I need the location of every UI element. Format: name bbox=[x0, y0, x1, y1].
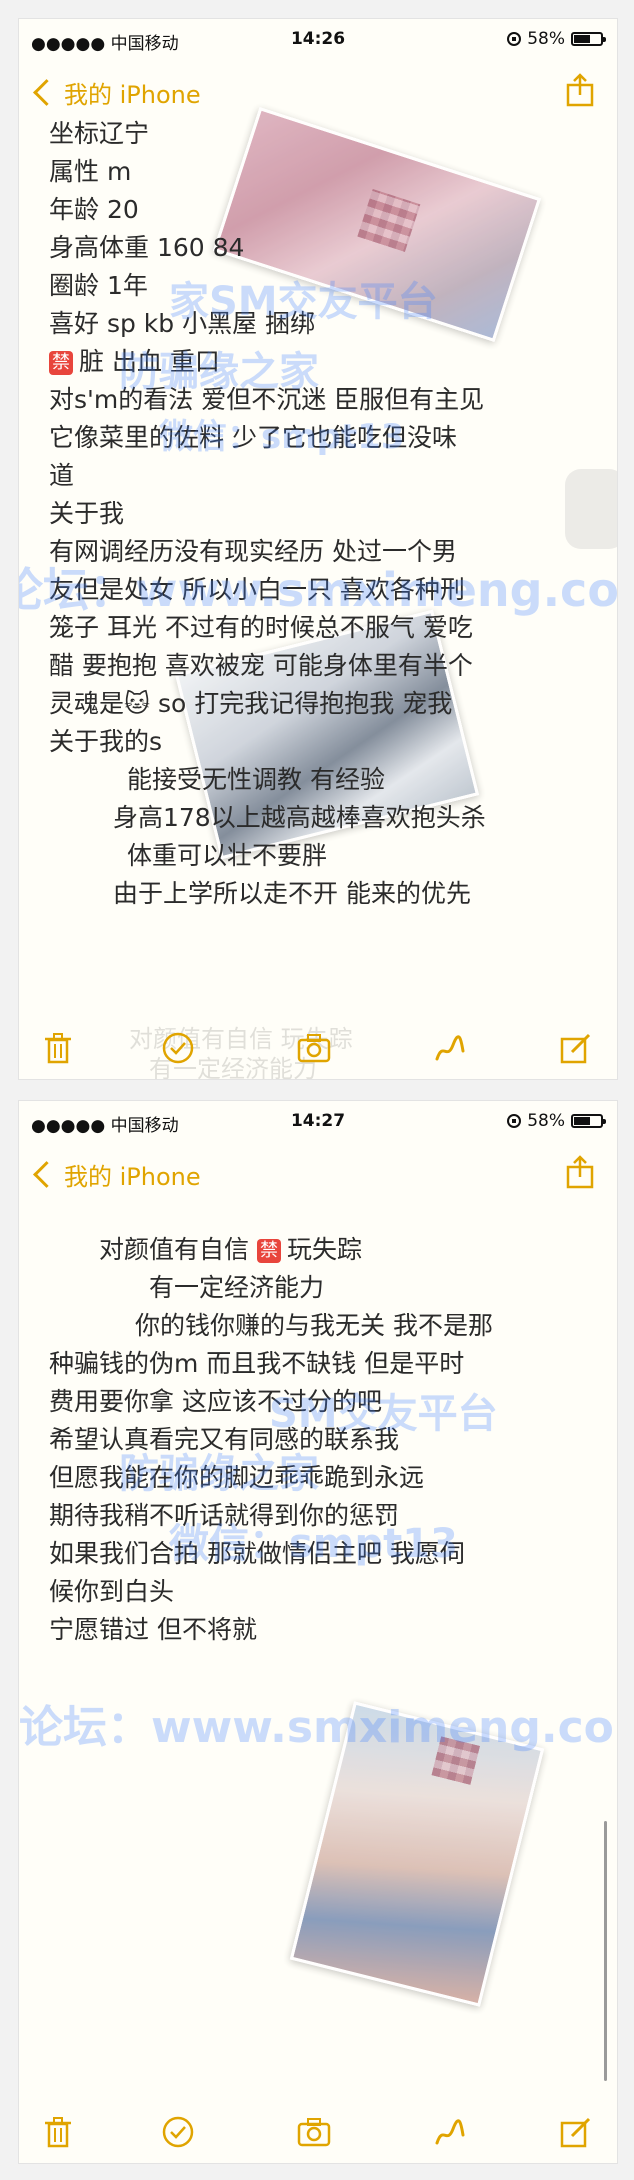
camera-icon[interactable] bbox=[297, 2115, 331, 2149]
compose-icon[interactable] bbox=[559, 2115, 593, 2149]
note-line: 禁脏 出血 重口 bbox=[49, 343, 597, 381]
note-line-text: 脏 出血 重口 bbox=[79, 347, 220, 376]
share-icon[interactable] bbox=[565, 73, 595, 107]
note-line: 对s'm的看法 爱但不沉迷 臣服但有主见 bbox=[49, 385, 485, 414]
trash-icon[interactable] bbox=[41, 1031, 75, 1065]
note-line: 喜好 sp kb 小黑屋 捆绑 bbox=[49, 309, 316, 338]
note-line: 对颜值有自信 禁玩失踪 bbox=[49, 1231, 597, 1269]
attached-photo[interactable] bbox=[289, 1701, 545, 2007]
status-bar: ●●●●● 中国移动 14:26 58% bbox=[19, 19, 617, 59]
scrollbar[interactable] bbox=[604, 1821, 607, 2081]
battery-icon bbox=[571, 32, 606, 46]
note-line: 醋 要抱抱 喜欢被宠 可能身体里有半个 bbox=[49, 651, 473, 680]
bottom-toolbar bbox=[19, 2103, 617, 2163]
rotation-lock-icon bbox=[507, 1114, 522, 1128]
battery-group: 58% bbox=[507, 1111, 606, 1131]
bottom-toolbar bbox=[19, 1019, 617, 1079]
chevron-left-icon bbox=[33, 79, 60, 106]
note-line-text: 对颜值有自信 bbox=[99, 1235, 257, 1264]
note-line: 道 bbox=[49, 461, 75, 490]
note-line: 年龄 20 bbox=[49, 195, 139, 224]
note-line: 灵魂是🐱 so 打完我记得抱抱我 宠我 bbox=[49, 689, 453, 718]
trash-icon[interactable] bbox=[41, 2115, 75, 2149]
note-line: 关于我 bbox=[49, 499, 125, 528]
battery-percent: 58% bbox=[527, 1111, 565, 1131]
rotation-lock-icon bbox=[507, 32, 522, 46]
note-line: 体重可以壮不要胖 bbox=[127, 841, 328, 870]
nav-bar: 我的 iPhone bbox=[19, 1145, 617, 1205]
prohibited-badge: 禁 bbox=[49, 351, 73, 375]
note-line: 种骗钱的伪m 而且我不缺钱 但是平时 bbox=[49, 1349, 465, 1378]
note-screen-2: ●●●●● 中国移动 14:27 58% 我的 iPhone 对颜值有自信 禁玩… bbox=[18, 1100, 618, 2164]
prohibited-badge: 禁 bbox=[256, 1239, 281, 1263]
note-line: 你的钱你赚的与我无关 我不是那 bbox=[135, 1311, 493, 1340]
note-line: 费用要你拿 这应该不过分的吧 bbox=[49, 1387, 382, 1416]
note-line: 但愿我能在你的脚边乖乖跪到永远 bbox=[49, 1463, 425, 1492]
note-line: 有一定经济能力 bbox=[149, 1273, 325, 1302]
camera-icon[interactable] bbox=[297, 1031, 331, 1065]
back-label: 我的 iPhone bbox=[64, 1163, 201, 1191]
pixelation bbox=[431, 1736, 480, 1785]
note-line: 它像菜里的佐料 少了它也能吃但没味 bbox=[49, 423, 457, 452]
note-line: 由于上学所以走不开 能来的优先 bbox=[113, 879, 471, 908]
battery-percent: 58% bbox=[527, 29, 565, 49]
note-line: 圈龄 1年 bbox=[49, 271, 148, 300]
note-line: 如果我们合拍 那就做情侣主吧 我愿伺 bbox=[49, 1539, 465, 1568]
note-line: 关于我的s bbox=[49, 727, 163, 756]
note-line: 宁愿错过 但不将就 bbox=[49, 1615, 257, 1644]
chevron-left-icon bbox=[33, 1161, 60, 1188]
note-line: 身高体重 160 84 bbox=[49, 233, 245, 262]
note-body[interactable]: 坐标辽宁 属性 m 年龄 20 身高体重 160 84 圈龄 1年 喜好 sp … bbox=[49, 115, 597, 913]
note-line: 期待我稍不听话就得到你的惩罚 bbox=[49, 1501, 400, 1530]
scroll-indicator bbox=[565, 469, 617, 549]
checklist-icon[interactable] bbox=[161, 1031, 195, 1065]
note-line: 有网调经历没有现实经历 处过一个男 bbox=[49, 537, 457, 566]
note-line: 坐标辽宁 bbox=[49, 119, 150, 148]
sketch-icon[interactable] bbox=[433, 2115, 467, 2149]
note-line: 属性 m bbox=[49, 157, 132, 186]
note-line: 友但是处女 所以小白一只 喜欢各种刑 bbox=[49, 575, 465, 604]
back-button[interactable]: 我的 iPhone bbox=[31, 1157, 201, 1192]
nav-bar: 我的 iPhone bbox=[19, 63, 617, 123]
note-line: 笼子 耳光 不过有的时候总不服气 爱吃 bbox=[49, 613, 473, 642]
note-line-text: 玩失踪 bbox=[286, 1235, 362, 1264]
note-line: 候你到白头 bbox=[49, 1577, 175, 1606]
battery-group: 58% bbox=[507, 29, 606, 49]
status-bar: ●●●●● 中国移动 14:27 58% bbox=[19, 1101, 617, 1141]
note-body[interactable]: 对颜值有自信 禁玩失踪 有一定经济能力 你的钱你赚的与我无关 我不是那 种骗钱的… bbox=[49, 1231, 597, 1649]
compose-icon[interactable] bbox=[559, 1031, 593, 1065]
note-line: 能接受无性调教 有经验 bbox=[127, 765, 385, 794]
note-line: 希望认真看完又有同感的联系我 bbox=[49, 1425, 400, 1454]
back-button[interactable]: 我的 iPhone bbox=[31, 75, 201, 110]
battery-fill bbox=[574, 1117, 591, 1125]
battery-icon bbox=[571, 1114, 606, 1128]
back-label: 我的 iPhone bbox=[64, 81, 201, 109]
sketch-icon[interactable] bbox=[433, 1031, 467, 1065]
battery-fill bbox=[574, 35, 591, 43]
note-screen-1: ●●●●● 中国移动 14:26 58% 我的 iPhone 坐标辽宁 属性 m… bbox=[18, 18, 618, 1080]
checklist-icon[interactable] bbox=[161, 2115, 195, 2149]
note-line: 身高178以上越高越棒喜欢抱头杀 bbox=[113, 803, 486, 832]
share-icon[interactable] bbox=[565, 1155, 595, 1189]
